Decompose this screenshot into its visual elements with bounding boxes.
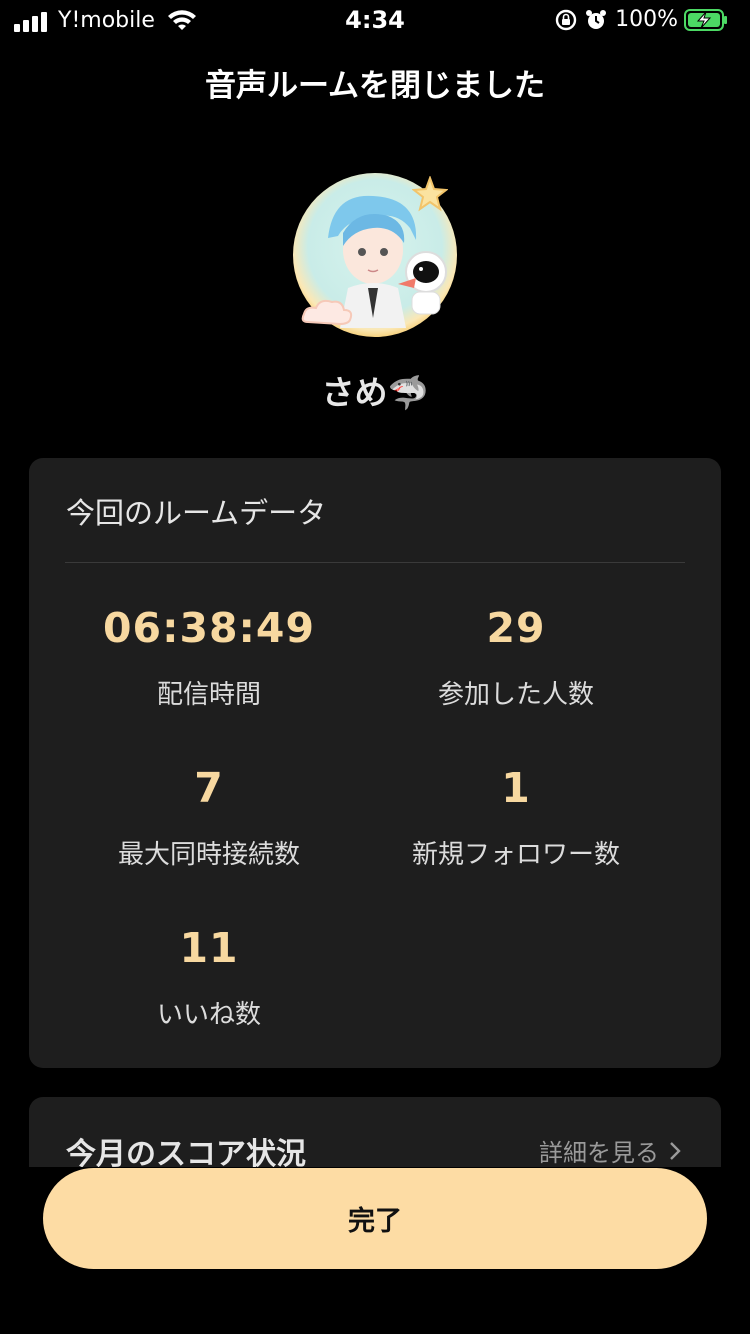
stat-label: いいね数 bbox=[156, 1000, 261, 1030]
astronaut-icon bbox=[398, 251, 447, 315]
room-data-card: 今回のルームデータ 06:38:49 配信時間 29 参加した人数 7 最大同時… bbox=[29, 458, 721, 1068]
stat-participants: 29 参加した人数 bbox=[366, 604, 666, 711]
stat-value: 1 bbox=[501, 764, 531, 812]
room-data-title: 今回のルームデータ bbox=[66, 496, 327, 530]
stat-value: 06:38:49 bbox=[103, 604, 315, 652]
avatar[interactable] bbox=[290, 170, 465, 345]
star-icon bbox=[412, 176, 448, 212]
stat-max-concurrent: 7 最大同時接続数 bbox=[59, 764, 359, 871]
stat-label: 最大同時接続数 bbox=[117, 840, 300, 870]
divider bbox=[65, 562, 685, 563]
stat-likes: 11 いいね数 bbox=[59, 924, 359, 1031]
stat-broadcast-time: 06:38:49 配信時間 bbox=[59, 604, 359, 711]
score-card: 今月のスコア状況 詳細を見る bbox=[29, 1097, 721, 1167]
detail-link-label: 詳細を見る bbox=[539, 1139, 659, 1167]
cloud-icon bbox=[301, 299, 353, 326]
status-right: 100% bbox=[555, 7, 736, 32]
detail-link[interactable]: 詳細を見る bbox=[539, 1133, 681, 1167]
battery-charging-icon bbox=[684, 8, 727, 31]
stat-label: 配信時間 bbox=[156, 680, 261, 710]
stat-new-followers: 1 新規フォロワー数 bbox=[366, 764, 666, 871]
status-bar: Y!mobile 4:34 100% bbox=[0, 0, 750, 40]
done-button[interactable]: 完了 bbox=[43, 1168, 707, 1269]
stat-value: 11 bbox=[179, 924, 239, 972]
screen: Y!mobile 4:34 100% 音声ルームを閉じました さめ🦈 今回のルー… bbox=[0, 0, 750, 1334]
stat-value: 29 bbox=[486, 604, 546, 652]
score-title: 今月のスコア状況 bbox=[66, 1137, 306, 1167]
stat-label: 新規フォロワー数 bbox=[411, 840, 620, 870]
page-title: 音声ルームを閉じました bbox=[204, 68, 546, 104]
username: さめ🦈 bbox=[321, 373, 429, 412]
alarm-icon bbox=[586, 9, 607, 29]
chevron-right-icon bbox=[670, 1141, 681, 1160]
lock-rotation-icon bbox=[555, 9, 577, 30]
stat-value: 7 bbox=[194, 764, 224, 812]
stat-label: 参加した人数 bbox=[437, 680, 594, 710]
battery-percent: 100% bbox=[615, 7, 678, 32]
